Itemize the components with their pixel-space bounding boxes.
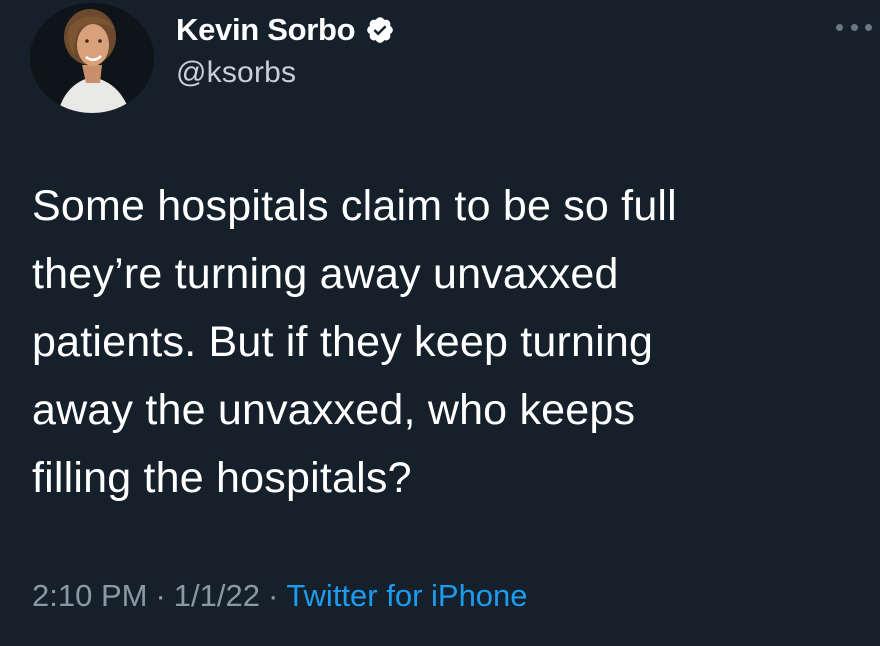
- tweet-text-line: patients. But if they keep turning: [32, 318, 654, 366]
- author-handle[interactable]: @ksorbs: [176, 56, 296, 90]
- tweet-date[interactable]: 1/1/22: [174, 578, 260, 613]
- more-options-icon[interactable]: [836, 20, 872, 34]
- tweet-text: Some hospitals claim to be so full they’…: [32, 172, 862, 512]
- tweet-card: Kevin Sorbo @ksorbs Some hospitals claim…: [0, 0, 880, 646]
- author-name-row: Kevin Sorbo: [176, 10, 395, 50]
- tweet-text-line: Some hospitals claim to be so full: [32, 182, 677, 230]
- more-dot-icon: [865, 23, 872, 31]
- tweet-meta: 2:10 PM · 1/1/22 · Twitter for iPhone: [32, 578, 528, 614]
- meta-separator: ·: [267, 578, 279, 613]
- tweet-text-line: they’re turning away unvaxxed: [32, 250, 619, 298]
- tweet-text-line: away the unvaxxed, who keeps: [32, 386, 636, 434]
- tweet-text-line: filling the hospitals?: [32, 454, 412, 502]
- author-display-name[interactable]: Kevin Sorbo: [176, 12, 356, 48]
- tweet-time[interactable]: 2:10 PM: [32, 578, 147, 613]
- more-dot-icon: [850, 23, 858, 31]
- more-dot-icon: [836, 23, 843, 31]
- profile-photo-icon: [30, 3, 154, 113]
- meta-separator: ·: [155, 578, 166, 613]
- tweet-source-link[interactable]: Twitter for iPhone: [286, 578, 527, 613]
- author-avatar[interactable]: [30, 3, 154, 113]
- verified-badge-icon: [365, 15, 395, 45]
